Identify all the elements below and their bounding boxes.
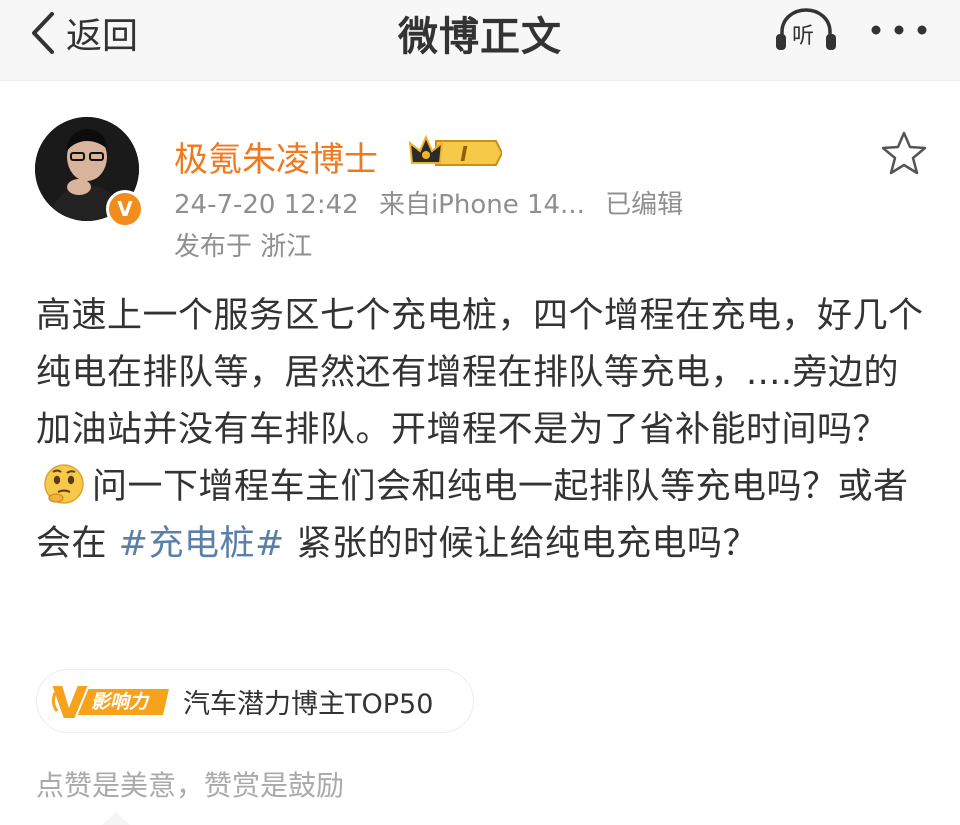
influence-logo-text: 影响力: [91, 691, 149, 713]
top-nav-bar: 返回 微博正文 听: [0, 0, 960, 81]
influence-rank: 汽车潜力博主TOP50: [183, 688, 434, 720]
post-location: 发布于 浙江: [174, 232, 313, 262]
crown-badge-icon: I: [408, 134, 504, 166]
author-name[interactable]: 极氪朱凌博士: [174, 132, 378, 181]
influence-chip[interactable]: 影响力 汽车潜力博主TOP50: [36, 669, 474, 733]
reward-slogan: 点赞是美意，赞赏是鼓励: [36, 769, 345, 802]
more-options-button[interactable]: [868, 10, 930, 50]
post-text-part1: 高速上一个服务区七个充电桩，四个增程在充电，好几个纯电在排队等，居然还有增程在排…: [36, 296, 924, 450]
post-text-part3: 紧张的时候让给纯电充电吗？: [296, 524, 758, 564]
influence-logo: 影响力: [47, 681, 171, 721]
more-dots-icon: [871, 25, 927, 35]
edited-label: 已编辑: [605, 190, 684, 220]
star-icon: [881, 131, 927, 175]
post-meta: 24-7-20 12:42 来自iPhone 14... 已编辑: [174, 184, 695, 221]
post-text: 高速上一个服务区七个充电桩，四个增程在充电，好几个纯电在排队等，居然还有增程在排…: [36, 288, 926, 573]
vip-badge: I: [406, 133, 504, 173]
favorite-button[interactable]: [880, 130, 928, 176]
tooltip-arrow: [102, 812, 130, 825]
listen-label: 听: [792, 24, 815, 49]
post-source: 来自iPhone 14...: [378, 190, 585, 220]
vip-level-text: I: [460, 142, 468, 166]
post-time: 24-7-20 12:42: [174, 190, 359, 220]
thinking-face-icon: [42, 462, 86, 506]
hashtag-link[interactable]: #充电桩#: [119, 524, 285, 564]
verified-badge: V: [106, 190, 144, 228]
listen-button[interactable]: 听: [774, 6, 838, 56]
